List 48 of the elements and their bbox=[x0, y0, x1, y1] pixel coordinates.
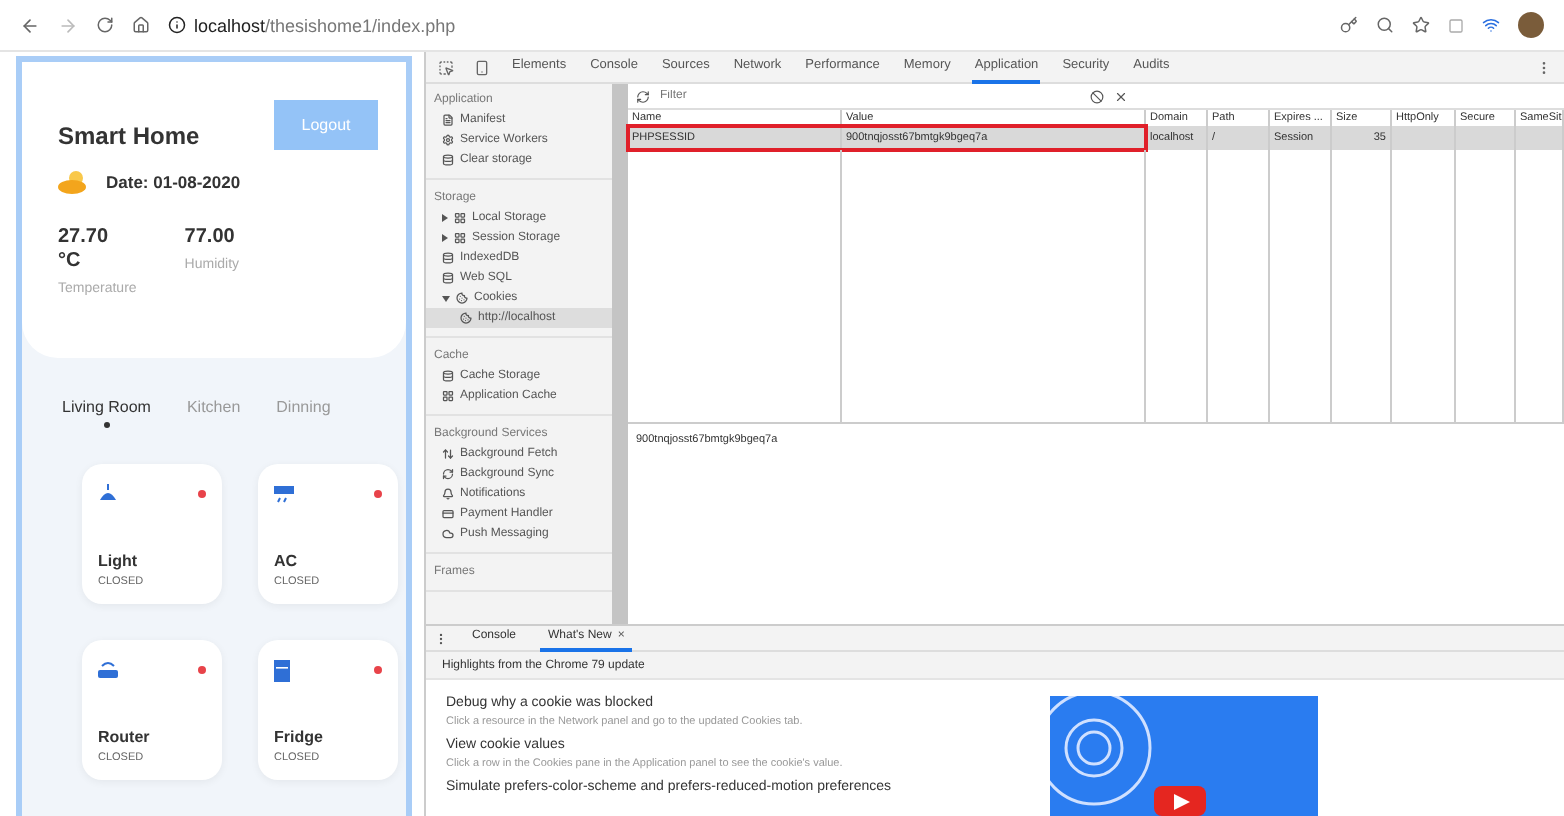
device-name: Fridge bbox=[274, 728, 325, 746]
star-icon[interactable] bbox=[1412, 16, 1430, 34]
inspect-icon[interactable] bbox=[438, 59, 454, 75]
date-text: Date: 01-08-2020 bbox=[106, 172, 241, 192]
database-icon bbox=[442, 272, 454, 284]
app-title: Smart Home bbox=[58, 122, 200, 150]
card-icon bbox=[442, 508, 454, 520]
reload-icon[interactable] bbox=[96, 16, 114, 34]
reading-value: 77.00 bbox=[184, 226, 237, 250]
device-name: Light bbox=[98, 552, 140, 570]
back-icon[interactable] bbox=[20, 15, 40, 35]
video-thumbnail-drawing[interactable] bbox=[1050, 696, 1318, 816]
router-icon bbox=[98, 660, 118, 680]
profile-avatar[interactable] bbox=[1518, 12, 1544, 38]
device-toolbar-icon[interactable] bbox=[474, 59, 490, 75]
grid-icon bbox=[454, 232, 466, 244]
arrows-icon bbox=[442, 448, 454, 460]
fridge-icon bbox=[274, 660, 290, 682]
air-conditioner-icon bbox=[274, 484, 294, 504]
document-icon bbox=[442, 114, 454, 126]
grid-icon bbox=[454, 212, 466, 224]
device-name: Router bbox=[98, 728, 152, 746]
info-icon bbox=[168, 16, 186, 34]
cloud-icon bbox=[442, 528, 454, 540]
address-bar[interactable]: localhost/thesishome1/index.php bbox=[168, 5, 1322, 45]
lamp-icon bbox=[98, 484, 118, 504]
weather-icon bbox=[58, 170, 90, 194]
bell-icon bbox=[442, 488, 454, 500]
zoom-icon[interactable] bbox=[1376, 16, 1394, 34]
extension-icon[interactable] bbox=[1482, 16, 1500, 34]
database-icon bbox=[442, 154, 454, 166]
scrollbar[interactable] bbox=[612, 84, 628, 624]
sync-icon bbox=[442, 468, 454, 480]
more-icon[interactable] bbox=[434, 631, 448, 645]
grid-icon bbox=[442, 390, 454, 402]
cookie-icon bbox=[460, 312, 472, 324]
key-icon[interactable] bbox=[1340, 16, 1358, 34]
refresh-icon[interactable] bbox=[636, 89, 650, 103]
reading-value: 27.70 °C bbox=[58, 226, 111, 274]
delete-icon[interactable] bbox=[1114, 89, 1128, 103]
database-icon bbox=[442, 370, 454, 382]
device-name: AC bbox=[274, 552, 300, 570]
clear-all-icon[interactable] bbox=[1090, 89, 1104, 103]
home-icon[interactable] bbox=[132, 16, 150, 34]
room-tab[interactable]: Living Room bbox=[62, 398, 151, 428]
gear-icon bbox=[442, 134, 454, 146]
database-icon bbox=[442, 252, 454, 264]
cookie-icon bbox=[456, 292, 468, 304]
